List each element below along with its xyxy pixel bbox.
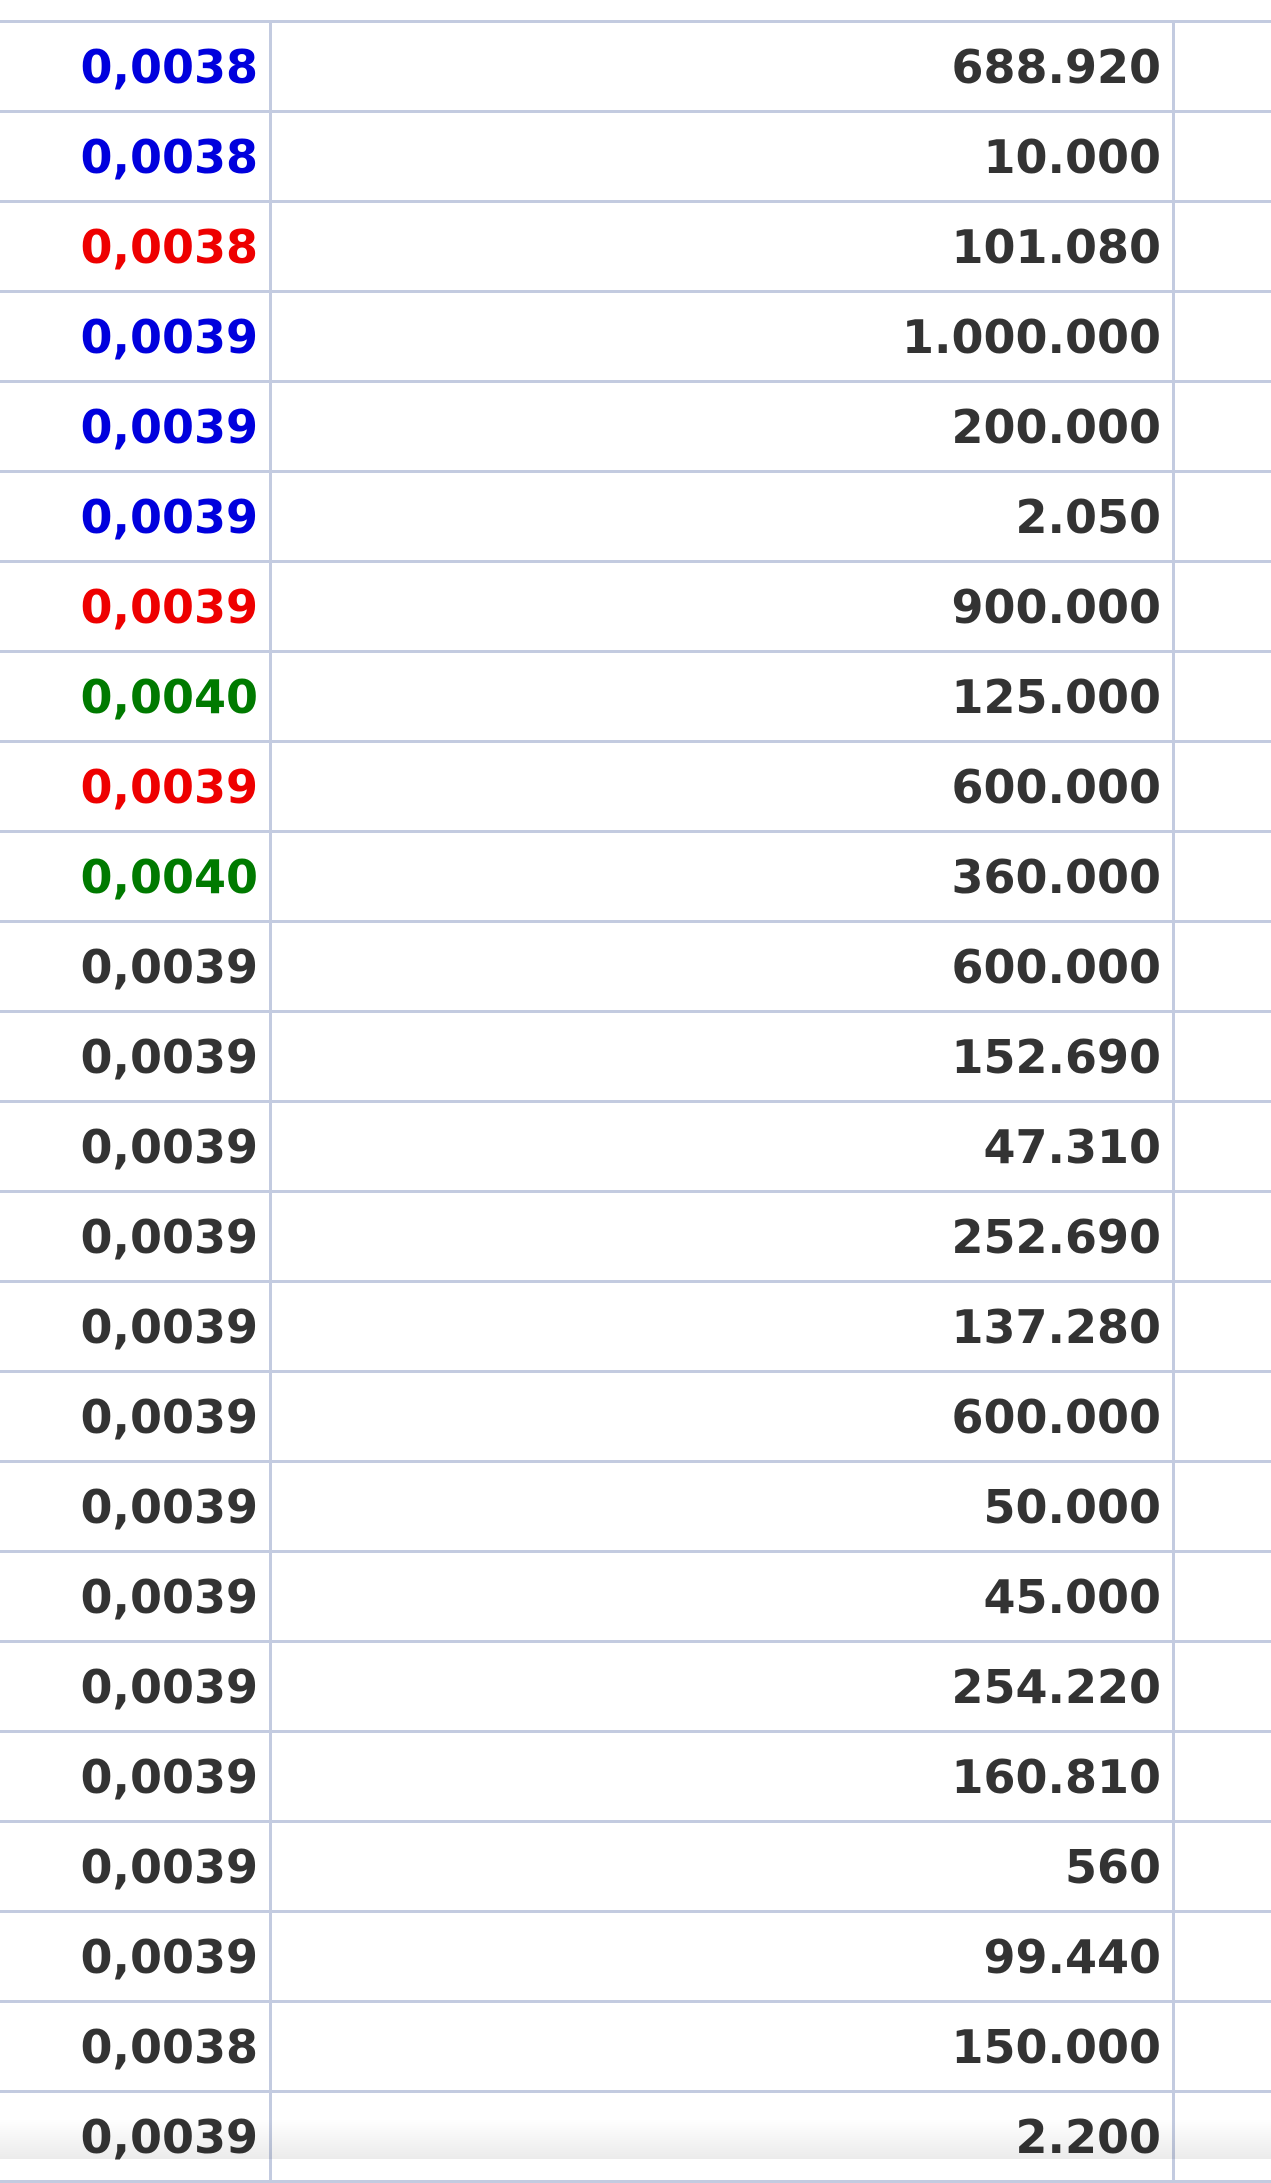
table-row: 0,0039 47.310: [0, 1103, 1271, 1193]
table-row: 0,0039 160.810: [0, 1733, 1271, 1823]
volume-cell: 137.280: [272, 1283, 1175, 1370]
extra-cell: [1175, 1553, 1271, 1640]
volume-cell: 900.000: [272, 563, 1175, 650]
extra-cell: [1175, 1643, 1271, 1730]
price-cell: 0,0039: [0, 1643, 272, 1730]
table-row: 0,0039 45.000: [0, 1553, 1271, 1643]
table-row: 0,0039 252.690: [0, 1193, 1271, 1283]
price-cell: 0,0038: [0, 203, 272, 290]
table-row: 0,0039 137.280: [0, 1283, 1271, 1373]
price-cell: 0,0039: [0, 1373, 272, 1460]
extra-cell: [1175, 1913, 1271, 2000]
extra-cell: [1175, 1733, 1271, 1820]
price-cell: 0,0039: [0, 293, 272, 380]
trades-table: 0,0038 688.920 0,0038 10.000 0,0038 101.…: [0, 20, 1271, 2183]
volume-cell: 50.000: [272, 1463, 1175, 1550]
table-row: 0,0039 1.000.000: [0, 293, 1271, 383]
extra-cell: [1175, 473, 1271, 560]
price-cell: 0,0039: [0, 1193, 272, 1280]
extra-cell: [1175, 1283, 1271, 1370]
extra-cell: [1175, 743, 1271, 830]
price-cell: 0,0038: [0, 23, 272, 110]
volume-cell: 2.050: [272, 473, 1175, 560]
volume-cell: 125.000: [272, 653, 1175, 740]
volume-cell: 252.690: [272, 1193, 1175, 1280]
table-row: 0,0038 150.000: [0, 2003, 1271, 2093]
table-row: 0,0039 152.690: [0, 1013, 1271, 1103]
volume-cell: 600.000: [272, 1373, 1175, 1460]
price-cell: 0,0039: [0, 473, 272, 560]
volume-cell: 1.000.000: [272, 293, 1175, 380]
volume-cell: 2.200: [272, 2093, 1175, 2180]
extra-cell: [1175, 563, 1271, 650]
price-cell: 0,0039: [0, 1463, 272, 1550]
table-row: 0,0039 2.200: [0, 2093, 1271, 2183]
table-row: 0,0039 600.000: [0, 1373, 1271, 1463]
price-cell: 0,0039: [0, 1733, 272, 1820]
table-row: 0,0039 560: [0, 1823, 1271, 1913]
volume-cell: 45.000: [272, 1553, 1175, 1640]
extra-cell: [1175, 1103, 1271, 1190]
volume-cell: 600.000: [272, 743, 1175, 830]
extra-cell: [1175, 1823, 1271, 1910]
table-row: 0,0038 101.080: [0, 203, 1271, 293]
price-cell: 0,0039: [0, 743, 272, 830]
table-row: 0,0040 360.000: [0, 833, 1271, 923]
price-cell: 0,0039: [0, 1103, 272, 1190]
table-row: 0,0039 600.000: [0, 743, 1271, 833]
volume-cell: 688.920: [272, 23, 1175, 110]
volume-cell: 10.000: [272, 113, 1175, 200]
table-row: 0,0039 50.000: [0, 1463, 1271, 1553]
volume-cell: 200.000: [272, 383, 1175, 470]
volume-cell: 99.440: [272, 1913, 1175, 2000]
extra-cell: [1175, 383, 1271, 470]
volume-cell: 152.690: [272, 1013, 1175, 1100]
table-row: 0,0038 10.000: [0, 113, 1271, 203]
extra-cell: [1175, 203, 1271, 290]
volume-cell: 360.000: [272, 833, 1175, 920]
price-cell: 0,0039: [0, 923, 272, 1010]
volume-cell: 160.810: [272, 1733, 1175, 1820]
table-row: 0,0039 99.440: [0, 1913, 1271, 2003]
table-row: 0,0039 600.000: [0, 923, 1271, 1013]
volume-cell: 254.220: [272, 1643, 1175, 1730]
extra-cell: [1175, 923, 1271, 1010]
extra-cell: [1175, 1373, 1271, 1460]
price-cell: 0,0038: [0, 113, 272, 200]
price-cell: 0,0039: [0, 1283, 272, 1370]
price-cell: 0,0039: [0, 383, 272, 470]
price-cell: 0,0039: [0, 1913, 272, 2000]
table-row: 0,0040 125.000: [0, 653, 1271, 743]
price-cell: 0,0039: [0, 563, 272, 650]
table-row: 0,0039 900.000: [0, 563, 1271, 653]
table-row: 0,0039 2.050: [0, 473, 1271, 563]
extra-cell: [1175, 1463, 1271, 1550]
volume-cell: 560: [272, 1823, 1175, 1910]
price-cell: 0,0039: [0, 2093, 272, 2180]
extra-cell: [1175, 653, 1271, 740]
extra-cell: [1175, 2003, 1271, 2090]
price-cell: 0,0039: [0, 1823, 272, 1910]
table-row: 0,0038 688.920: [0, 23, 1271, 113]
trades-table-body: 0,0038 688.920 0,0038 10.000 0,0038 101.…: [0, 23, 1271, 2183]
volume-cell: 150.000: [272, 2003, 1175, 2090]
price-cell: 0,0039: [0, 1013, 272, 1100]
extra-cell: [1175, 1193, 1271, 1280]
volume-cell: 600.000: [272, 923, 1175, 1010]
table-row: 0,0039 200.000: [0, 383, 1271, 473]
price-cell: 0,0040: [0, 833, 272, 920]
extra-cell: [1175, 293, 1271, 380]
table-row: 0,0039 254.220: [0, 1643, 1271, 1733]
price-cell: 0,0040: [0, 653, 272, 740]
extra-cell: [1175, 2093, 1271, 2180]
price-cell: 0,0038: [0, 2003, 272, 2090]
extra-cell: [1175, 833, 1271, 920]
extra-cell: [1175, 113, 1271, 200]
extra-cell: [1175, 1013, 1271, 1100]
volume-cell: 101.080: [272, 203, 1175, 290]
extra-cell: [1175, 23, 1271, 110]
price-cell: 0,0039: [0, 1553, 272, 1640]
volume-cell: 47.310: [272, 1103, 1175, 1190]
